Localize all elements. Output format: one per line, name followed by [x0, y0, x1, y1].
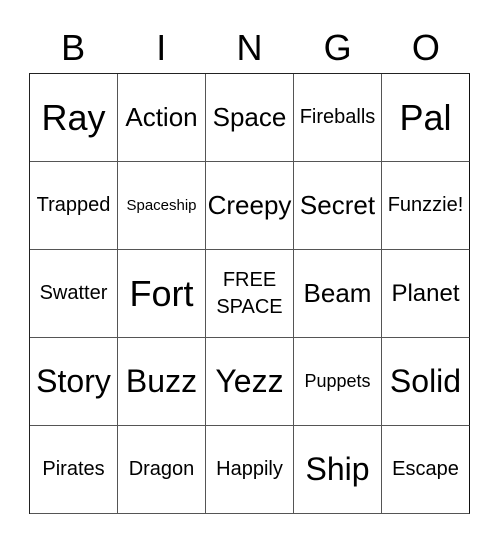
bingo-cell[interactable]: Planet — [382, 250, 470, 338]
bingo-cell[interactable]: Happily — [206, 426, 294, 514]
bingo-cell[interactable]: Story — [30, 338, 118, 426]
header-letter-b: B — [61, 27, 86, 68]
bingo-cell[interactable]: Spaceship — [118, 162, 206, 250]
bingo-header: B I N G O — [29, 24, 470, 72]
header-letter-i: I — [156, 27, 167, 68]
bingo-cell[interactable]: Ray — [30, 74, 118, 162]
bingo-cell[interactable]: Puppets — [294, 338, 382, 426]
header-letter-o: O — [411, 27, 440, 68]
bingo-cell[interactable]: Yezz — [206, 338, 294, 426]
bingo-grid: Ray Action Space Fireballs Pal Trapped S… — [29, 73, 470, 514]
bingo-cell[interactable]: Pirates — [30, 426, 118, 514]
bingo-cell[interactable]: Pal — [382, 74, 470, 162]
free-space-cell[interactable]: FREE SPACE — [206, 250, 294, 338]
bingo-cell[interactable]: Funzzie! — [382, 162, 470, 250]
bingo-cell[interactable]: Ship — [294, 426, 382, 514]
bingo-cell[interactable]: Dragon — [118, 426, 206, 514]
bingo-cell[interactable]: Beam — [294, 250, 382, 338]
bingo-cell[interactable]: Trapped — [30, 162, 118, 250]
bingo-cell[interactable]: Space — [206, 74, 294, 162]
bingo-cell[interactable]: Solid — [382, 338, 470, 426]
bingo-cell[interactable]: Creepy — [206, 162, 294, 250]
bingo-cell[interactable]: Swatter — [30, 250, 118, 338]
bingo-cell[interactable]: Fireballs — [294, 74, 382, 162]
header-letter-g: G — [323, 27, 352, 68]
bingo-cell[interactable]: Buzz — [118, 338, 206, 426]
bingo-cell[interactable]: Escape — [382, 426, 470, 514]
bingo-cell[interactable]: Fort — [118, 250, 206, 338]
header-letter-n: N — [236, 27, 263, 68]
bingo-cell[interactable]: Action — [118, 74, 206, 162]
bingo-cell[interactable]: Secret — [294, 162, 382, 250]
